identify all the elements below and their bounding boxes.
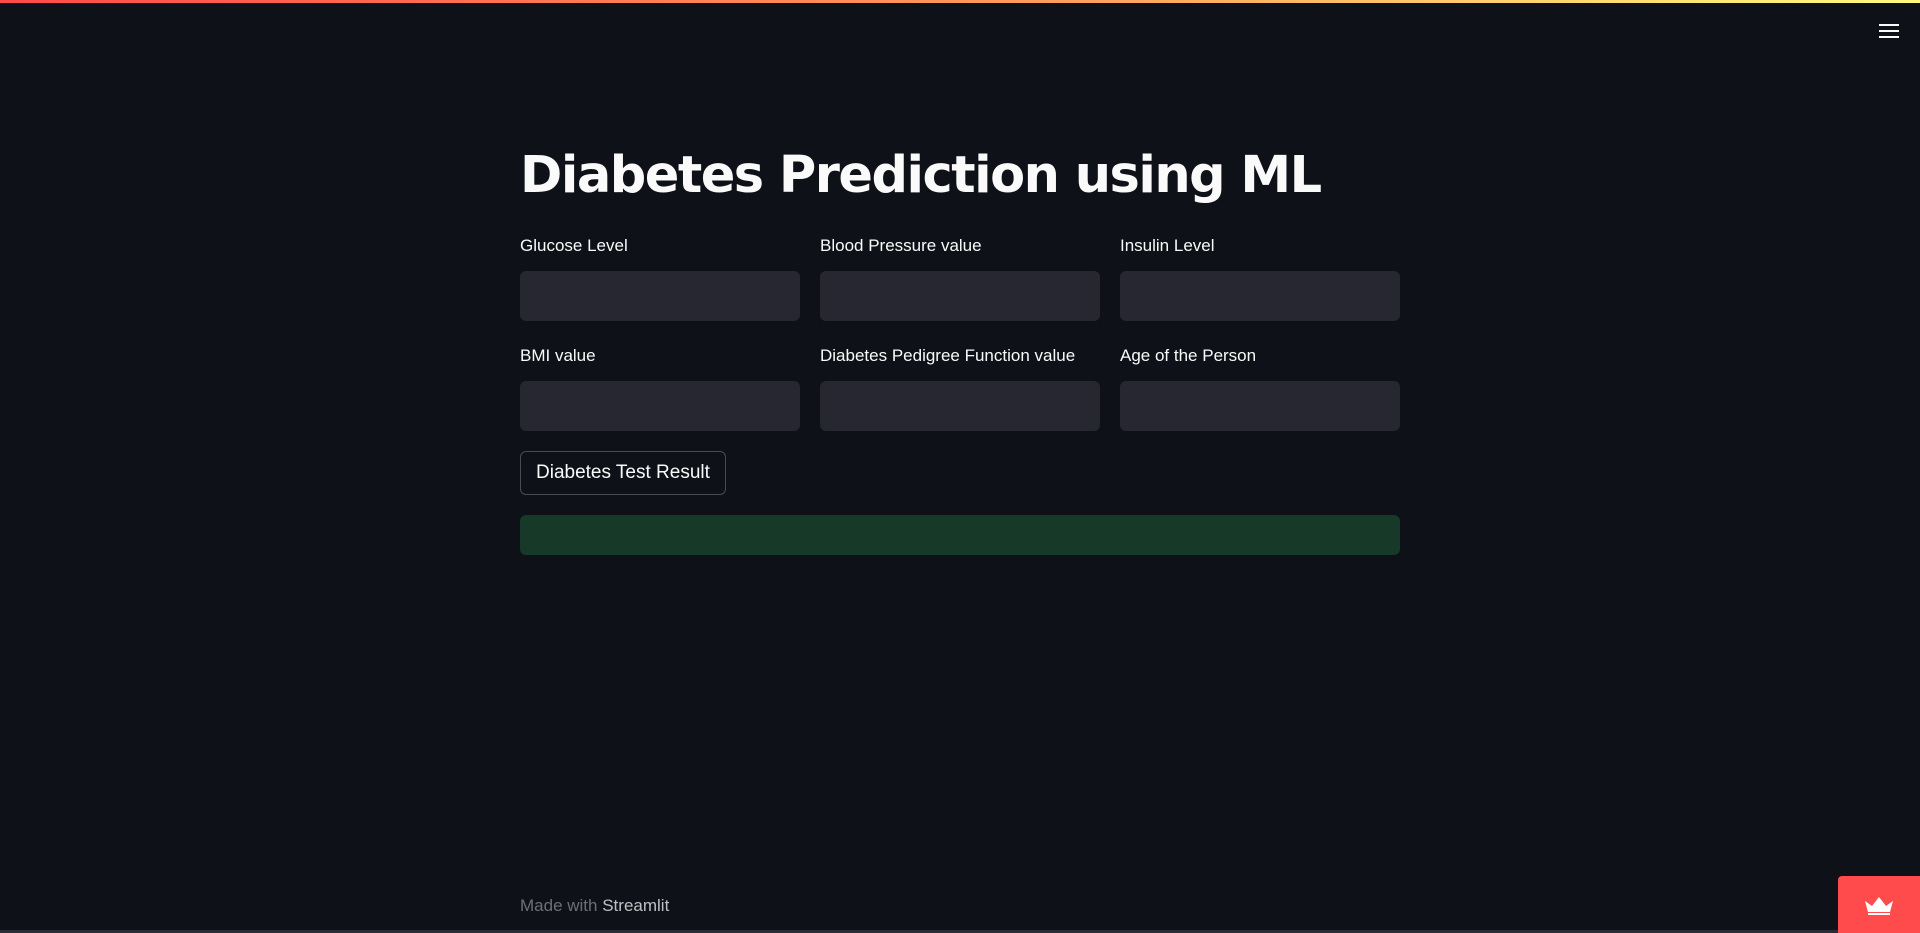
diabetes-test-result-button[interactable]: Diabetes Test Result <box>520 451 726 495</box>
footer: Made with Streamlit <box>520 896 669 916</box>
main-menu-button[interactable] <box>1876 18 1902 44</box>
glucose-input[interactable] <box>520 271 800 321</box>
age-field: Age of the Person <box>1120 346 1400 431</box>
blood-pressure-input[interactable] <box>820 271 1100 321</box>
age-input[interactable] <box>1120 381 1400 431</box>
streamlit-badge-button[interactable] <box>1838 876 1920 933</box>
streamlit-link[interactable]: Streamlit <box>602 896 669 915</box>
age-label: Age of the Person <box>1120 346 1257 365</box>
blood-pressure-field: Blood Pressure value <box>820 236 1100 321</box>
top-decoration-bar <box>0 0 1920 3</box>
hamburger-menu-icon <box>1879 24 1899 38</box>
result-success-alert <box>520 515 1400 555</box>
insulin-label: Insulin Level <box>1120 236 1215 255</box>
pedigree-label: Diabetes Pedigree Function value <box>820 346 1076 365</box>
footer-prefix: Made with <box>520 896 598 915</box>
glucose-label: Glucose Level <box>520 236 628 255</box>
input-row-2: BMI value Diabetes Pedigree Function val… <box>520 346 1400 431</box>
bmi-field: BMI value <box>520 346 800 431</box>
pedigree-field: Diabetes Pedigree Function value <box>820 346 1100 431</box>
blood-pressure-label: Blood Pressure value <box>820 236 982 255</box>
pedigree-input[interactable] <box>820 381 1100 431</box>
glucose-field: Glucose Level <box>520 236 800 321</box>
insulin-field: Insulin Level <box>1120 236 1400 321</box>
insulin-input[interactable] <box>1120 271 1400 321</box>
crown-icon <box>1865 896 1893 915</box>
page-title: Diabetes Prediction using ML <box>520 146 1322 205</box>
input-row-1: Glucose Level Blood Pressure value Insul… <box>520 236 1400 321</box>
bmi-label: BMI value <box>520 346 596 365</box>
bmi-input[interactable] <box>520 381 800 431</box>
